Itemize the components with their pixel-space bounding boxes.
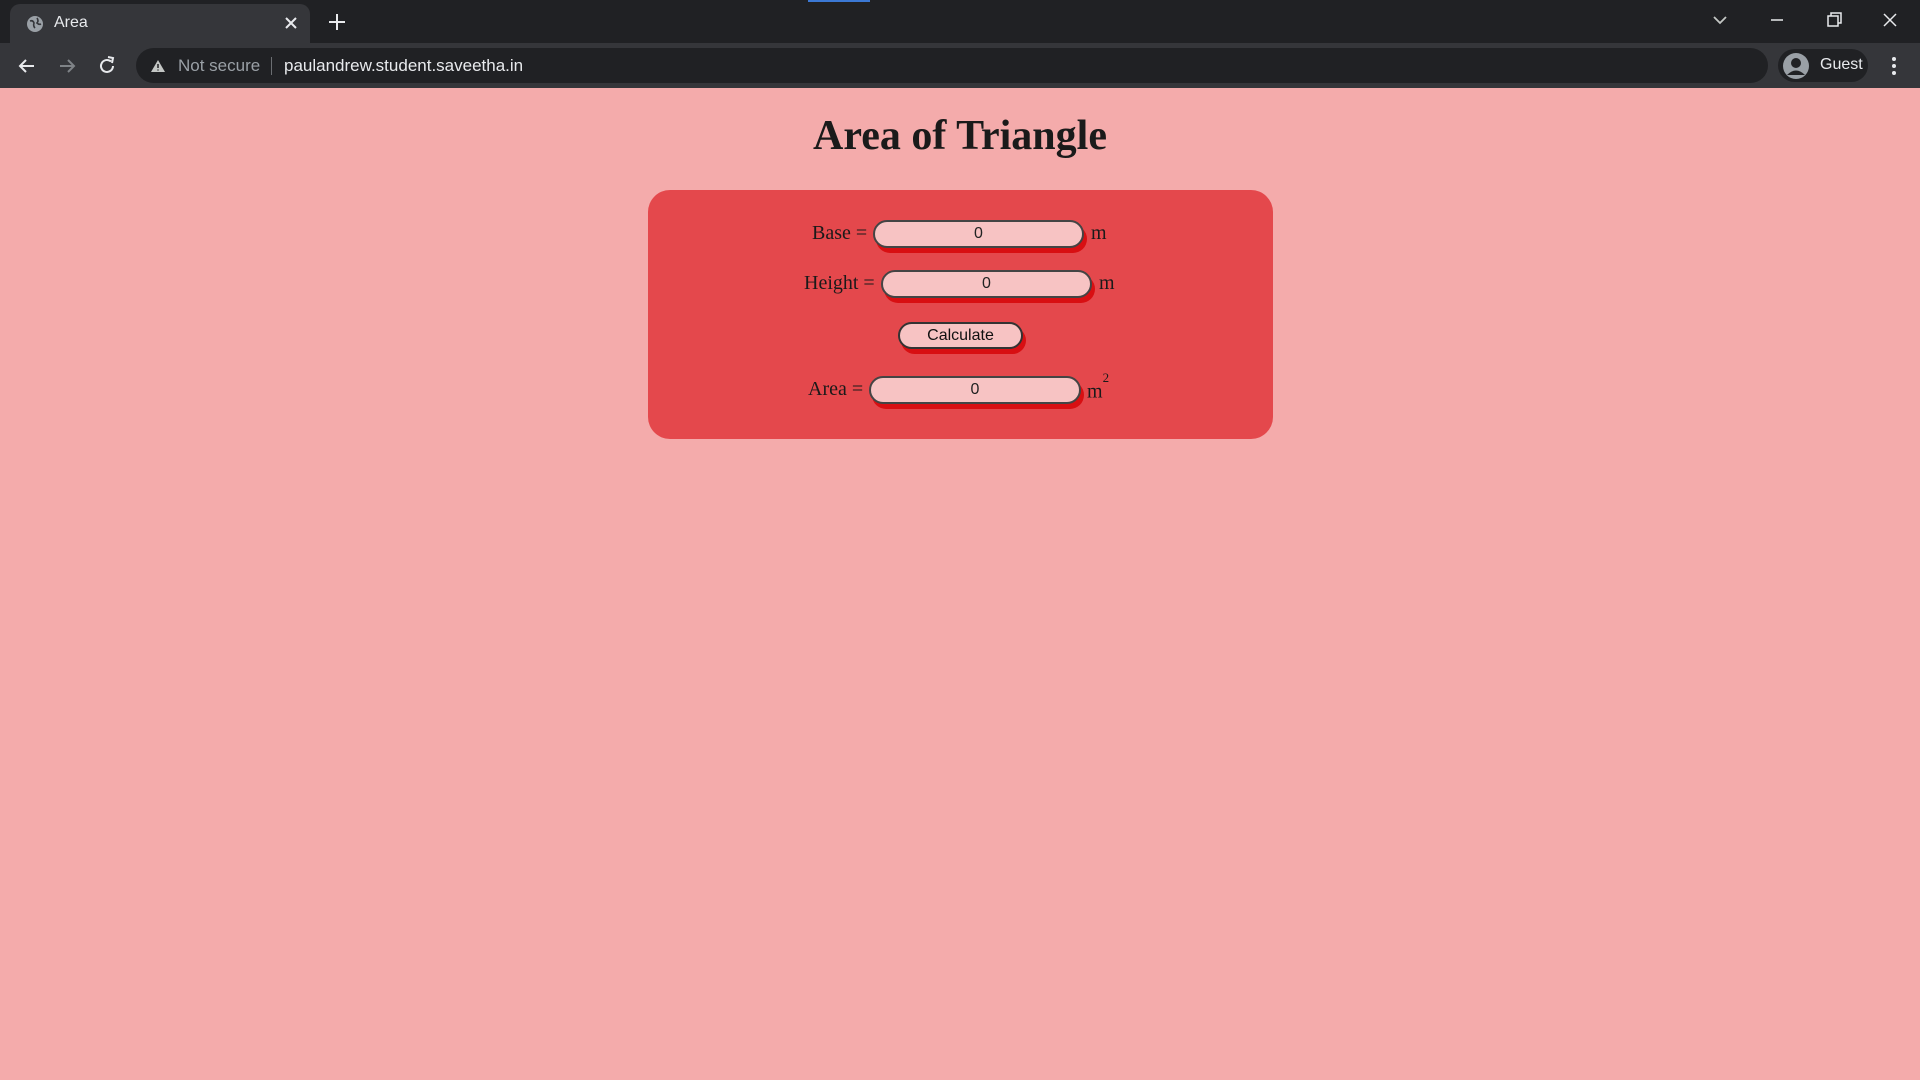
new-tab-icon[interactable]: [326, 11, 348, 33]
profile-label: Guest: [1820, 56, 1863, 73]
forward-arrow-icon[interactable]: [54, 53, 80, 79]
close-tab-icon[interactable]: [282, 14, 300, 32]
height-label: Height =: [804, 272, 875, 294]
tab-title: Area: [54, 14, 88, 31]
warning-icon[interactable]: [150, 58, 166, 74]
kebab-menu-icon[interactable]: [1882, 53, 1906, 79]
address-bar[interactable]: Not secure paulandrew.student.saveetha.i…: [136, 48, 1768, 83]
profile-button[interactable]: Guest: [1778, 49, 1868, 82]
page-title: Area of Triangle: [813, 113, 1107, 159]
base-input[interactable]: 0: [873, 220, 1084, 248]
security-status[interactable]: Not secure: [178, 56, 260, 76]
back-arrow-icon[interactable]: [14, 53, 40, 79]
height-unit: m: [1099, 272, 1115, 294]
browser-tab[interactable]: Area: [10, 4, 310, 43]
globe-icon: [27, 16, 43, 32]
base-label: Base =: [812, 222, 868, 244]
area-unit: m2: [1087, 370, 1109, 404]
close-window-icon[interactable]: [1878, 8, 1902, 32]
minimize-icon[interactable]: [1765, 8, 1789, 32]
height-input[interactable]: 0: [881, 270, 1092, 298]
loading-indicator: [808, 0, 870, 2]
area-unit-exponent: 2: [1102, 370, 1110, 385]
reload-icon[interactable]: [94, 53, 120, 79]
url-divider: [271, 57, 272, 75]
area-unit-base: m: [1087, 380, 1103, 403]
avatar-icon: [1783, 53, 1809, 79]
area-label: Area =: [808, 378, 864, 400]
browser-toolbar: Not secure paulandrew.student.saveetha.i…: [0, 43, 1920, 88]
base-unit: m: [1091, 222, 1107, 244]
browser-titlebar: Area: [0, 0, 1920, 43]
calculate-button[interactable]: Calculate: [898, 322, 1023, 349]
url-text[interactable]: paulandrew.student.saveetha.in: [284, 56, 523, 76]
chevron-down-icon[interactable]: [1710, 10, 1730, 30]
restore-icon[interactable]: [1822, 8, 1846, 32]
area-output[interactable]: 0: [869, 376, 1081, 404]
